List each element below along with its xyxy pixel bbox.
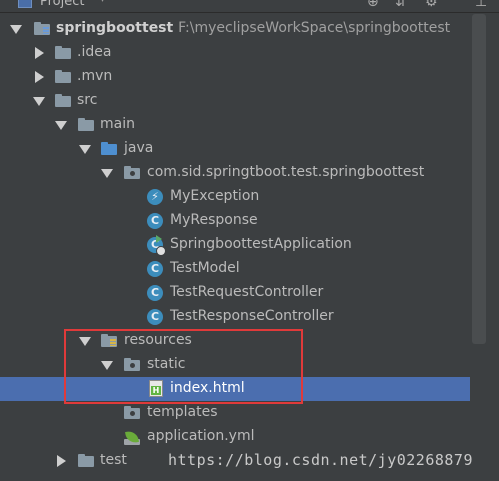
node-label: .idea [77,44,112,60]
tree-node-root[interactable]: springboottest F:\myeclipseWorkSpace\spr… [0,17,470,41]
node-label: main [100,116,135,132]
collapse-arrow-icon[interactable] [35,47,44,59]
gear-icon[interactable]: ⚙ [425,0,438,10]
node-label: java [124,140,154,156]
node-label: TestResponseController [170,308,334,324]
tree-node-application-yml[interactable]: application.yml [0,425,470,449]
expand-arrow-icon[interactable] [55,121,67,130]
folder-icon [55,46,71,59]
tree-node-class[interactable]: C TestRequestController [0,281,470,305]
root-project-name: springboottest F:\myeclipseWorkSpace\spr… [56,20,451,36]
folder-icon [55,94,71,107]
hide-icon[interactable]: ⊥ [475,0,487,10]
tree-node-src[interactable]: src [0,89,470,113]
folder-icon [78,118,94,131]
tree-node-class[interactable]: C SpringboottestApplication [0,233,470,257]
tree-node-templates[interactable]: templates [0,401,470,425]
class-icon: C [147,285,163,301]
tree-node-java[interactable]: java [0,137,470,161]
collapse-icon[interactable]: ⇵ [395,0,407,10]
spring-config-file-icon [124,429,140,445]
node-label: TestRequestController [170,284,324,300]
module-folder-icon [34,22,50,35]
class-icon: C [147,309,163,325]
node-label: src [77,92,98,108]
package-icon [124,406,140,419]
package-icon [124,166,140,179]
collapse-arrow-icon[interactable] [57,455,66,467]
scope-icon[interactable]: ⊕ [367,0,379,10]
folder-icon [55,70,71,83]
expand-arrow-icon[interactable] [10,25,22,34]
spring-boot-app-class-icon: C [147,235,166,256]
node-label: templates [147,404,218,420]
view-dropdown-icon[interactable]: ▾ [100,0,105,5]
expand-arrow-icon[interactable] [101,169,113,178]
tree-node-idea[interactable]: .idea [0,41,470,65]
vertical-scrollbar[interactable] [472,14,486,344]
tree-node-class[interactable]: C TestResponseController [0,305,470,329]
node-label: application.yml [147,428,255,444]
folder-icon [78,454,94,467]
node-label: SpringboottestApplication [170,236,352,252]
panel-bottom-edge [0,470,499,481]
tree-node-package[interactable]: com.sid.springtboot.test.springboottest [0,161,470,185]
tool-window-title[interactable]: Project [40,0,84,9]
node-label: .mvn [77,68,113,84]
project-tool-window-header: Project ▾ ⊕ ⇵ ⚙ ⊥ [0,0,499,13]
source-folder-icon [101,142,117,155]
node-label: test [100,452,127,468]
run-marker-icon [156,235,162,243]
highlight-annotation-box [64,329,303,404]
node-label: MyException [170,188,260,204]
class-icon: C [147,261,163,277]
class-icon: C [147,213,163,229]
node-label: TestModel [170,260,240,276]
expand-arrow-icon[interactable] [79,145,91,154]
expand-arrow-icon[interactable] [33,97,45,106]
root-project-path: F:\myeclipseWorkSpace\springboottest [178,20,451,36]
watermark-url: https://blog.csdn.net/jy02268879 [168,451,473,469]
tree-node-class[interactable]: C MyResponse [0,209,470,233]
tree-node-main[interactable]: main [0,113,470,137]
project-view-icon [18,0,32,8]
exception-class-icon: ⚡ [147,189,163,205]
node-label: com.sid.springtboot.test.springboottest [147,164,425,180]
tree-node-mvn[interactable]: .mvn [0,65,470,89]
tree-node-class[interactable]: C TestModel [0,257,470,281]
tree-node-class[interactable]: ⚡ MyException [0,185,470,209]
node-label: MyResponse [170,212,258,228]
collapse-arrow-icon[interactable] [35,71,44,83]
